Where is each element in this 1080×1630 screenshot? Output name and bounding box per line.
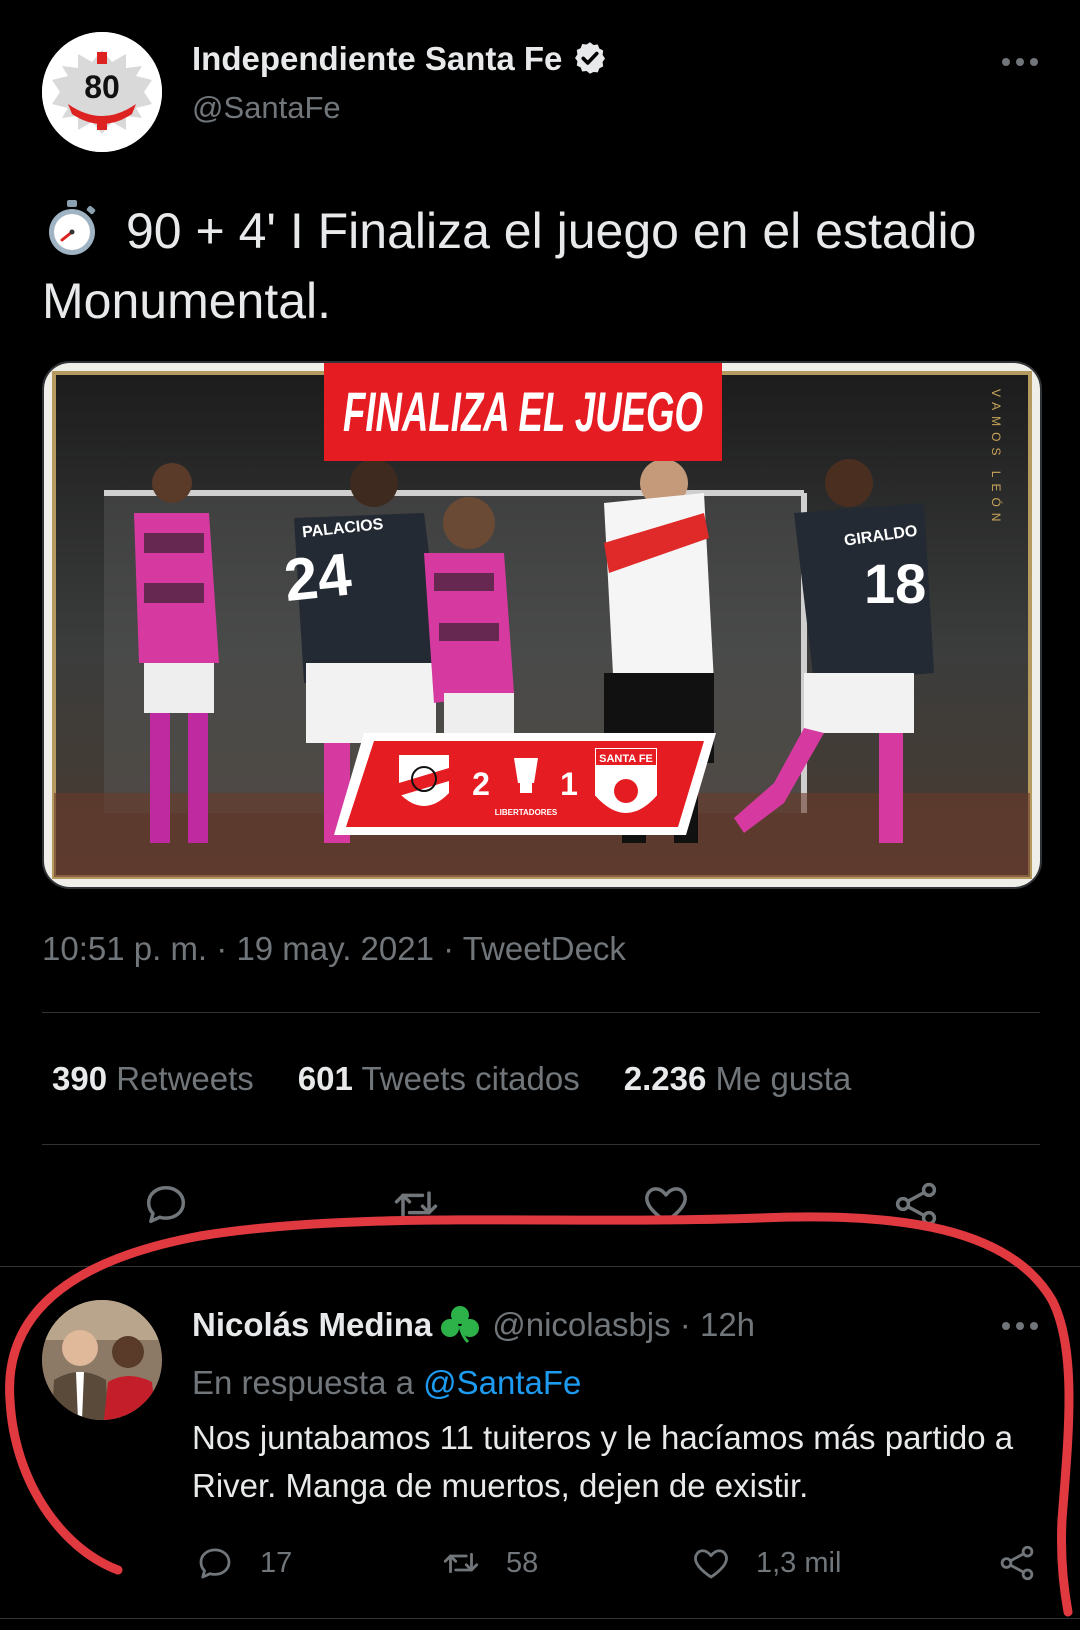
tweet-stats: 390 Retweets 601 Tweets citados 2.236 Me g… (52, 1060, 895, 1098)
reply-retweets-count: 58 (506, 1546, 539, 1579)
home-score: 2 (472, 766, 490, 802)
divider (42, 1144, 1040, 1145)
reply-time[interactable]: 12h (700, 1306, 755, 1343)
reply-avatar[interactable] (42, 1300, 162, 1420)
likes-label: Me gusta (715, 1060, 852, 1097)
reply-share-button[interactable] (996, 1540, 1062, 1586)
reply-likes-count: 1,3 mil (756, 1546, 842, 1579)
santa-fe-crest-label: SANTA FE (599, 753, 653, 765)
divider (0, 1618, 1080, 1619)
avatar-number: 80 (84, 69, 120, 105)
reply-to-link[interactable]: @SantaFe (423, 1364, 581, 1401)
clover-icon (441, 1306, 480, 1344)
likes-count: 2.236 (623, 1060, 707, 1097)
reply-like-button[interactable]: 1,3 mil (690, 1540, 841, 1586)
reply-display-name[interactable]: Nicolás Medina (192, 1306, 432, 1343)
verified-icon (575, 42, 606, 74)
stopwatch-icon (49, 200, 96, 255)
retweet-icon (443, 1552, 479, 1574)
retweet-icon (394, 1191, 438, 1217)
media-banner-text: FINALIZA EL JUEGO (343, 380, 703, 443)
reply-header[interactable]: Nicolás Medina @nicolasbjs · 12h (192, 1304, 755, 1344)
tweet-time[interactable]: 10:51 p. m. (42, 930, 207, 967)
away-score: 1 (560, 766, 578, 802)
share-icon (1000, 1545, 1034, 1581)
quotes-label: Tweets citados (361, 1060, 580, 1097)
reply-reply-button[interactable]: 17 (194, 1540, 292, 1586)
author-avatar[interactable]: 80 (42, 32, 162, 152)
tweet-timestamp[interactable]: 10:51 p. m. · 19 may. 2021 · TweetDeck (42, 930, 626, 968)
author-display-name[interactable]: Independiente Santa Fe (192, 40, 562, 77)
author-handle[interactable]: @SantaFe (192, 90, 341, 126)
like-icon (694, 1549, 728, 1579)
reply-retweet-button[interactable]: 58 (440, 1540, 538, 1586)
tweet-text: 90 + 4' I Finaliza el juego en el estadi… (42, 196, 1042, 336)
author-name-row[interactable]: Independiente Santa Fe (192, 40, 608, 78)
retweets-stat[interactable]: 390 Retweets (52, 1060, 254, 1098)
quotes-stat[interactable]: 601 Tweets citados (298, 1060, 580, 1098)
like-button[interactable] (640, 1178, 692, 1230)
like-icon (645, 1187, 687, 1224)
tweet-source[interactable]: TweetDeck (463, 930, 626, 967)
tweet-media-image[interactable]: 24 PALACIOS 18 GIRALDO FINALIZA EL JUEGO… (42, 361, 1042, 889)
match-photo: 24 PALACIOS 18 GIRALDO FINALIZA EL JUEGO… (44, 363, 1040, 887)
tweet-text-body: 90 + 4' I Finaliza el juego en el estadi… (42, 203, 977, 329)
divider (0, 1266, 1080, 1267)
divider (42, 1012, 1040, 1013)
santa-fe-crest: SANTA FE (595, 748, 657, 813)
player-number-24: 24 (281, 540, 355, 614)
retweets-count: 390 (52, 1060, 108, 1097)
reply-separator: · (670, 1306, 700, 1343)
reply-avatar-image (42, 1300, 162, 1420)
likes-stat[interactable]: 2.236 Me gusta (624, 1060, 852, 1098)
reply-handle[interactable]: @nicolasbjs (492, 1306, 670, 1343)
reply-replies-count: 17 (260, 1546, 293, 1579)
retweet-button[interactable] (390, 1178, 442, 1230)
reply-more-icon[interactable] (998, 1304, 1042, 1348)
reply-text: Nos juntabamos 11 tuiteros y le hacíamos… (192, 1419, 1014, 1504)
tweet-date[interactable]: 19 may. 2021 (236, 930, 434, 967)
reply-icon (146, 1186, 186, 1224)
quotes-count: 601 (297, 1060, 353, 1097)
competition-label: LIBERTADORES (495, 808, 558, 817)
reply-button[interactable] (140, 1178, 192, 1230)
reply-prefix: En respuesta a (192, 1364, 414, 1401)
santa-fe-80-logo: 80 (42, 32, 162, 152)
river-plate-crest (399, 755, 449, 806)
share-icon (895, 1182, 937, 1226)
share-button[interactable] (890, 1178, 942, 1230)
more-icon[interactable] (998, 40, 1042, 84)
player-number-18: 18 (864, 552, 926, 615)
reply-icon (199, 1548, 231, 1579)
side-text: VAMOS LEÓN (989, 389, 1004, 527)
reply-context: En respuesta a @SantaFe (192, 1364, 581, 1402)
retweets-label: Retweets (116, 1060, 254, 1097)
